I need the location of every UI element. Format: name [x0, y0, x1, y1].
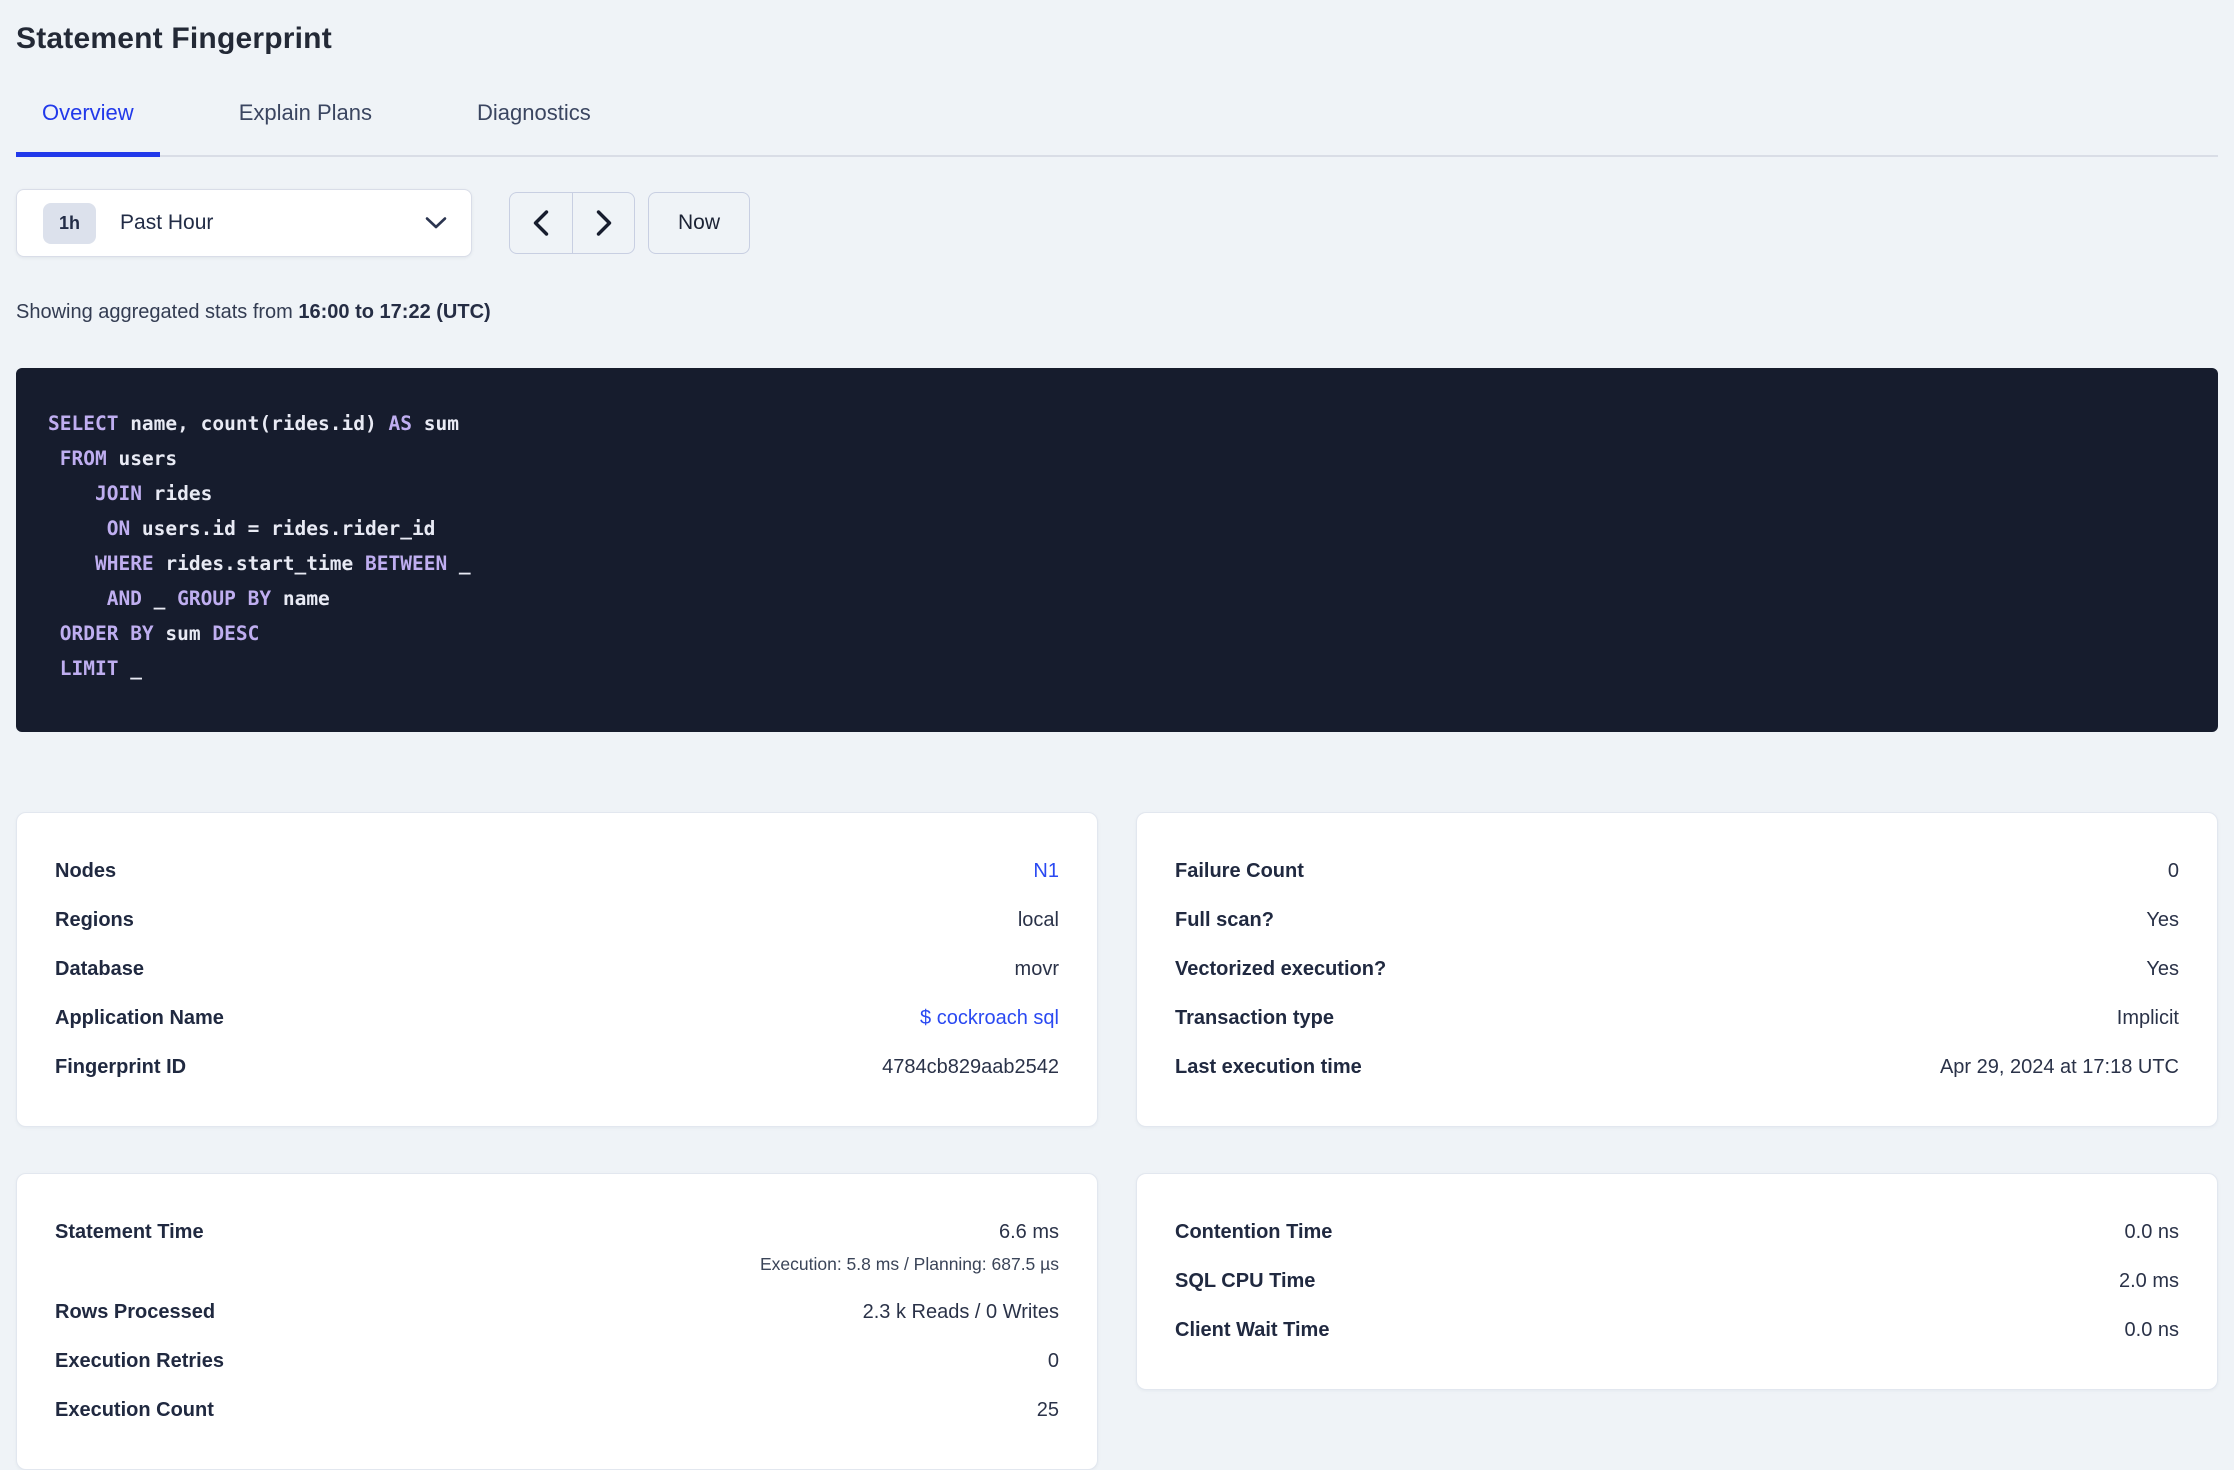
row-label: Contention Time — [1175, 1221, 1333, 1243]
row-label: Failure Count — [1175, 860, 1304, 882]
row-value: 2.0 ms — [2118, 1270, 2179, 1292]
row-value: 0.0 ns — [2124, 1221, 2179, 1243]
row-label: Vectorized execution? — [1175, 958, 1387, 980]
sql-line: WHERE rides.start_time BETWEEN _ — [94, 552, 471, 575]
aggregated-stats-prefix: Showing aggregated stats from — [16, 301, 299, 323]
sql-line: ORDER BY sum DESC — [59, 622, 260, 645]
card-statement-times: Statement Time 6.6 ms Execution: 5.8 ms … — [16, 1173, 1098, 1470]
row-value: Apr 29, 2024 at 17:18 UTC — [1939, 1056, 2179, 1078]
row-value: 6.6 ms — [998, 1221, 1059, 1243]
prev-time-button[interactable] — [510, 193, 572, 253]
card-row: Application Name $ cockroach sql — [55, 994, 1059, 1043]
statement-time-sub: Execution: 5.8 ms / Planning: 687.5 µs — [759, 1254, 1059, 1274]
time-range-dropdown[interactable]: 1h Past Hour — [16, 189, 472, 257]
tab-diagnostics[interactable]: Diagnostics — [451, 100, 617, 157]
row-value: 25 — [1036, 1399, 1059, 1421]
page-title: Statement Fingerprint — [16, 22, 332, 55]
card-row: Statement Time 6.6 ms Execution: 5.8 ms … — [55, 1208, 1059, 1288]
aggregated-stats-range: 16:00 to 17:22 (UTC) — [298, 301, 491, 323]
sql-line: LIMIT _ — [59, 657, 142, 680]
row-label: Regions — [55, 909, 134, 931]
card-row: Nodes N1 — [55, 847, 1059, 896]
card-row: Execution Retries 0 — [55, 1337, 1059, 1386]
sql-line: SELECT name, count(rides.id) AS sum — [48, 412, 459, 435]
row-label: Application Name — [55, 1007, 224, 1029]
nodes-link[interactable]: N1 — [1033, 860, 1059, 883]
row-label: Execution Retries — [55, 1350, 224, 1372]
card-row: Fingerprint ID 4784cb829aab2542 — [55, 1043, 1059, 1092]
row-label: Last execution time — [1175, 1056, 1362, 1078]
card-row: Failure Count 0 — [1175, 847, 2179, 896]
row-value: local — [1017, 909, 1059, 931]
card-row: Contention Time 0.0 ns — [1175, 1208, 2179, 1257]
card-statement-details: Nodes N1 Regions local Database movr App… — [16, 812, 1098, 1127]
row-value: movr — [1014, 958, 1059, 980]
row-value: Implicit — [2116, 1007, 2179, 1029]
row-value: 0 — [1047, 1350, 1059, 1372]
row-label: Statement Time — [55, 1221, 204, 1243]
time-controls: 1h Past Hour Now — [16, 189, 2218, 257]
row-value: 4784cb829aab2542 — [882, 1056, 1059, 1078]
sql-line: FROM users — [59, 447, 178, 470]
row-value: Yes — [2146, 958, 2179, 980]
row-value: Yes — [2146, 909, 2179, 931]
card-row: Full scan? Yes — [1175, 896, 2179, 945]
chevron-right-icon — [596, 210, 612, 236]
card-execution-attributes: Failure Count 0 Full scan? Yes Vectorize… — [1136, 812, 2218, 1127]
row-label: Client Wait Time — [1175, 1319, 1330, 1341]
card-wait-times: Contention Time 0.0 ns SQL CPU Time 2.0 … — [1136, 1173, 2218, 1390]
app-name-link[interactable]: $ cockroach sql — [920, 1007, 1059, 1030]
sql-code: SELECT name, count(rides.id) AS sum FROM… — [48, 406, 2186, 686]
row-label: Transaction type — [1175, 1007, 1334, 1029]
tabs-bar: Overview Explain Plans Diagnostics — [16, 100, 2218, 157]
chevron-left-icon — [533, 210, 549, 236]
next-time-button[interactable] — [572, 193, 634, 253]
sql-statement-box: SELECT name, count(rides.id) AS sum FROM… — [16, 368, 2218, 732]
row-label: Nodes — [55, 860, 117, 882]
time-range-label: Past Hour — [120, 211, 214, 234]
row-label: Fingerprint ID — [55, 1056, 187, 1078]
card-row: SQL CPU Time 2.0 ms — [1175, 1257, 2179, 1306]
card-row: Vectorized execution? Yes — [1175, 945, 2179, 994]
sql-line: AND _ GROUP BY name — [106, 587, 330, 610]
statement-time-value: 6.6 ms Execution: 5.8 ms / Planning: 687… — [760, 1221, 1059, 1275]
sql-line: JOIN rides — [94, 482, 213, 505]
row-label: Database — [55, 958, 144, 980]
card-row: Regions local — [55, 896, 1059, 945]
row-label: SQL CPU Time — [1175, 1270, 1316, 1292]
row-label: Full scan? — [1175, 909, 1274, 931]
chevron-down-icon — [425, 216, 447, 230]
card-row: Last execution time Apr 29, 2024 at 17:1… — [1175, 1043, 2179, 1092]
tab-overview[interactable]: Overview — [16, 100, 160, 157]
row-label: Rows Processed — [55, 1301, 216, 1323]
sql-line: ON users.id = rides.rider_id — [106, 517, 436, 540]
card-row: Rows Processed 2.3 k Reads / 0 Writes — [55, 1288, 1059, 1337]
card-row: Client Wait Time 0.0 ns — [1175, 1306, 2179, 1355]
stats-cards: Nodes N1 Regions local Database movr App… — [16, 812, 2218, 1470]
now-button[interactable]: Now — [648, 192, 751, 254]
time-range-badge: 1h — [43, 202, 97, 244]
statement-fingerprint-page: Statement Fingerprint Overview Explain P… — [0, 0, 2234, 1470]
row-value: 2.3 k Reads / 0 Writes — [862, 1301, 1059, 1323]
row-label: Execution Count — [55, 1399, 214, 1421]
row-value: 0 — [2167, 860, 2179, 882]
row-value: 0.0 ns — [2124, 1319, 2179, 1341]
card-row: Transaction type Implicit — [1175, 994, 2179, 1043]
time-window-arrows — [509, 192, 635, 254]
tab-explain-plans[interactable]: Explain Plans — [213, 100, 398, 157]
aggregated-stats-text: Showing aggregated stats from 16:00 to 1… — [16, 301, 2218, 324]
card-row: Execution Count 25 — [55, 1386, 1059, 1435]
card-row: Database movr — [55, 945, 1059, 994]
